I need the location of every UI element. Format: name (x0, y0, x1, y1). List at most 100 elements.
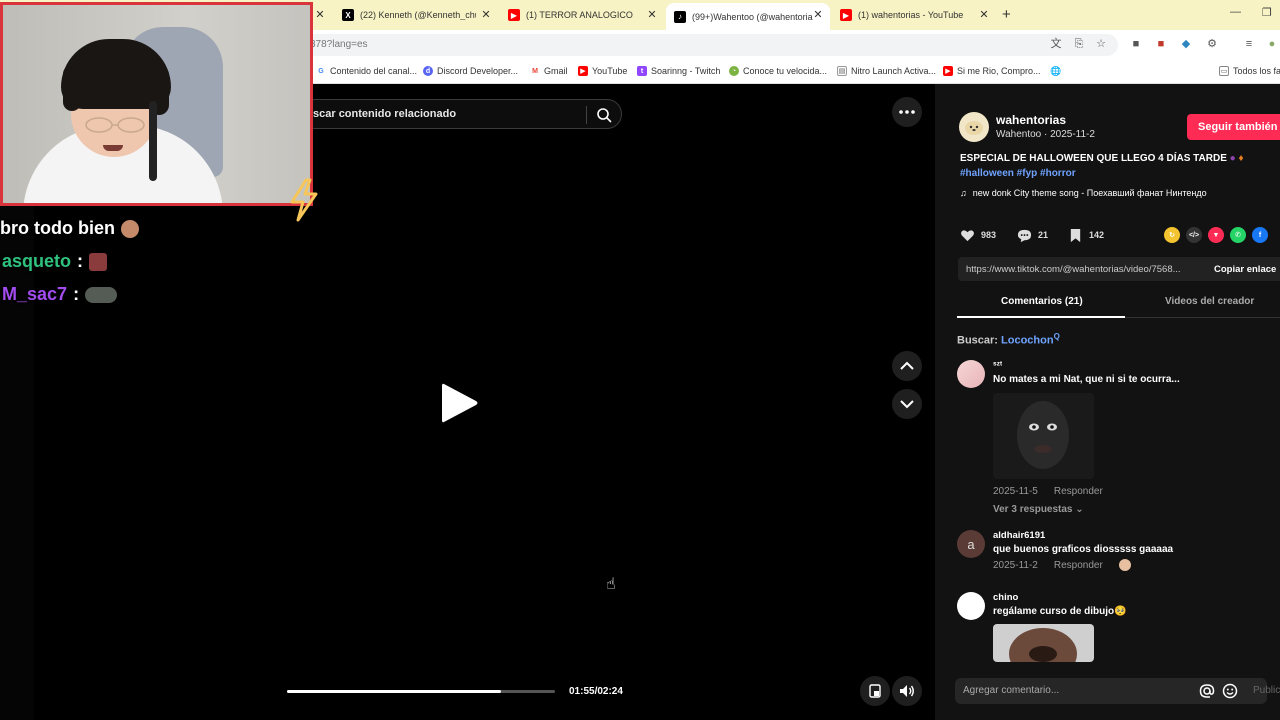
next-video-button[interactable] (892, 389, 922, 419)
emote-icon (89, 252, 108, 271)
author-subtitle: Wahentoo · 2025-11-2 (996, 129, 1095, 140)
puzzle-icon[interactable]: ⚙ (1206, 38, 1218, 50)
folder-icon: ▭ (1219, 66, 1229, 76)
share-link-text[interactable]: https://www.tiktok.com/@wahentorias/vide… (966, 264, 1201, 275)
dark-face-image (993, 393, 1094, 479)
discord-icon: d (423, 66, 433, 76)
tab-close-icon[interactable]: ✕ (811, 8, 825, 21)
bookmark-item[interactable]: ◔ Conoce tu velocida... (729, 64, 827, 78)
volume-button[interactable] (892, 676, 922, 706)
follow-button[interactable]: Seguir también (1187, 114, 1280, 140)
browser-tab[interactable]: ▶ (1) wahentorias - YouTube (832, 4, 982, 26)
tab-close-icon[interactable]: ✕ (645, 8, 659, 21)
send-icon[interactable]: ▼ (1208, 227, 1224, 243)
video-progress-fill (287, 690, 502, 693)
comment-username[interactable]: ˢᶻᵗ (993, 360, 1002, 371)
music-note-icon: ♫ (960, 188, 967, 198)
play-icon[interactable] (436, 380, 482, 426)
tab-creator-videos[interactable]: Videos del creador (1165, 296, 1254, 307)
view-replies-button[interactable]: Ver 3 respuestas ⌄ (993, 504, 1084, 515)
chat-message: bro todo bien (0, 218, 139, 239)
bookmark-item[interactable]: d Discord Developer... (423, 64, 518, 78)
youtube-icon: ▶ (943, 66, 953, 76)
comment-meta: 2025-11-5 Responder (993, 486, 1103, 497)
emote-icon (120, 219, 139, 238)
fire-emoji-icon: ♦ (1238, 153, 1244, 164)
bookmark-item[interactable]: ▤ Nitro Launch Activa... (837, 64, 936, 78)
comment-image[interactable] (993, 393, 1094, 479)
lightning-bolt-icon (290, 178, 318, 222)
tab-comments[interactable]: Comentarios (21) (1001, 296, 1083, 307)
speedtest-icon: ◔ (729, 66, 739, 76)
browser-tab[interactable]: ▶ (1) TERROR ANALOGICO WEBC (500, 4, 642, 26)
bookmark-item[interactable]: M Gmail (530, 64, 568, 78)
author-avatar[interactable] (959, 112, 989, 142)
whatsapp-icon[interactable]: ✆ (1230, 227, 1246, 243)
tab-close-icon[interactable]: ✕ (313, 8, 327, 21)
pip-button[interactable] (860, 676, 890, 706)
profile-icon[interactable]: ● (1266, 38, 1278, 50)
moon-emoji-icon: ● (1229, 153, 1236, 164)
more-options-button[interactable] (892, 97, 922, 127)
share-link-box: https://www.tiktok.com/@wahentorias/vide… (958, 257, 1280, 281)
comment-avatar[interactable] (957, 592, 985, 620)
comment-avatar[interactable]: a (957, 530, 985, 558)
comment-text: regálame curso de dibujo🥺 (993, 606, 1127, 617)
video-timecode: 01:55/02:24 (569, 686, 623, 697)
minimize-icon[interactable]: — (1230, 6, 1241, 18)
author-handle[interactable]: wahentorias (996, 113, 1066, 127)
youtube-icon: ▶ (840, 9, 852, 21)
bookmark-folder[interactable]: ▭ Todos los fa (1219, 64, 1280, 78)
address-bar[interactable]: 378?lang=es (300, 34, 1118, 56)
translate-icon[interactable]: 文 (1050, 38, 1062, 50)
extension-icon[interactable]: ■ (1155, 38, 1167, 50)
music-info[interactable]: ♫ new donk City theme song - Поехавший ф… (960, 188, 1207, 198)
bookmark-item[interactable]: t Soarinng - Twitch (637, 64, 720, 78)
cast-icon[interactable]: ⎘ (1073, 38, 1085, 50)
publish-button[interactable]: Publica (1253, 685, 1280, 696)
reply-button[interactable]: Responder (1054, 486, 1103, 497)
globe-icon[interactable]: 🌐 (1050, 64, 1061, 78)
related-search-input[interactable]: scar contenido relacionado (300, 99, 622, 129)
search-icon[interactable] (596, 107, 612, 123)
post-hashtags[interactable]: #halloween #fyp #horror (960, 168, 1076, 179)
reply-button[interactable]: Responder (1054, 560, 1103, 571)
chevron-down-icon (900, 400, 914, 409)
browser-tab[interactable]: X (22) Kenneth (@Kenneth_chu9 (334, 4, 484, 26)
extension-icon[interactable]: ◆ (1180, 38, 1192, 50)
comment-username[interactable]: chino (993, 592, 1018, 603)
google-icon: G (316, 66, 326, 76)
bookmark-item[interactable]: ▶ YouTube (578, 64, 627, 78)
restore-icon[interactable]: ❐ (1262, 6, 1272, 19)
mention-icon[interactable] (1199, 683, 1215, 699)
extension-icon[interactable]: ■ (1130, 38, 1142, 50)
search-divider (586, 106, 587, 124)
emoji-icon[interactable] (1222, 683, 1238, 699)
embed-icon[interactable]: </> (1186, 227, 1202, 243)
bookmark-item[interactable]: ▶ Si me Rio, Compro... (943, 64, 1041, 78)
document-icon: ▤ (837, 66, 847, 76)
comment-username[interactable]: aldhair6191 (993, 530, 1045, 541)
menu-icon[interactable]: ≡ (1243, 38, 1255, 50)
mouse-cursor-icon: ☝ (606, 576, 616, 593)
bookmark-icon (1070, 228, 1081, 242)
browser-tab-active[interactable]: ♪ (99+)Wahentoo (@wahentoria (666, 3, 830, 30)
repost-icon[interactable]: ↻ (1164, 227, 1180, 243)
facebook-icon[interactable]: f (1252, 227, 1268, 243)
comment-stat[interactable]: 21 (1017, 227, 1048, 243)
copy-link-button[interactable]: Copiar enlace (1214, 264, 1276, 275)
comment-image[interactable] (993, 624, 1094, 662)
like-stat[interactable]: 983 (960, 227, 996, 243)
webcam-hair (63, 65, 81, 111)
comment-search-suggestion[interactable]: Buscar: LocochonQ (957, 332, 1060, 347)
video-progress-bar[interactable] (287, 690, 555, 693)
previous-video-button[interactable] (892, 351, 922, 381)
add-comment-input[interactable]: Agregar comentario... (955, 678, 1267, 704)
comment-avatar[interactable] (957, 360, 985, 388)
new-tab-button[interactable]: + (1002, 6, 1011, 23)
bookmark-item[interactable]: G Contenido del canal... (316, 64, 417, 78)
tab-close-icon[interactable]: ✕ (479, 8, 493, 21)
tab-close-icon[interactable]: ✕ (977, 8, 991, 21)
save-stat[interactable]: 142 (1068, 227, 1104, 243)
bookmark-star-icon[interactable]: ☆ (1095, 38, 1107, 50)
